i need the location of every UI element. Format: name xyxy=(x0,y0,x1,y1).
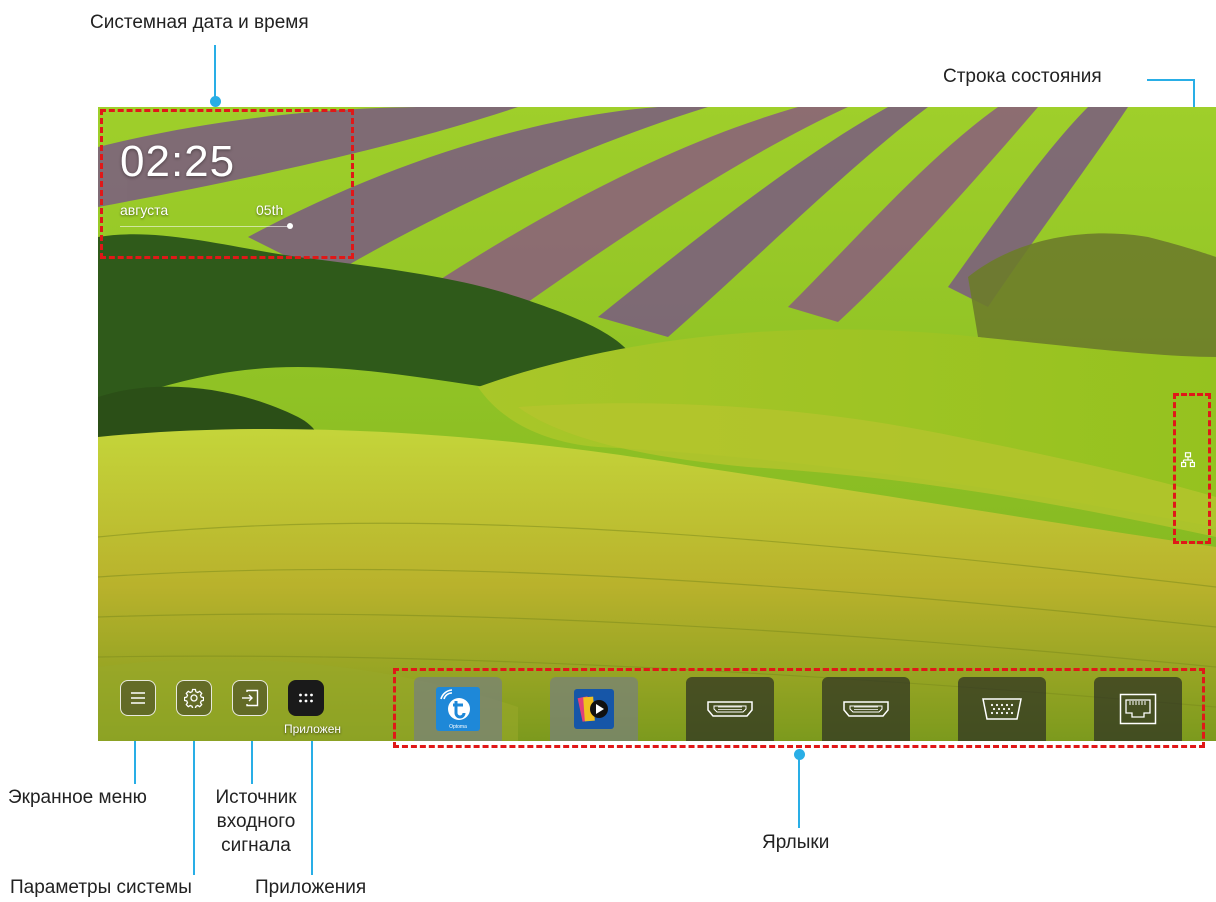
callout-input-source: Источник входного сигнала xyxy=(215,787,297,856)
highlight-datetime xyxy=(100,109,354,259)
callout-statusbar: Строка состояния xyxy=(943,66,1102,87)
leader-dot-datetime xyxy=(210,96,221,107)
leader-system-settings xyxy=(193,720,195,875)
highlight-shortcuts-frame xyxy=(393,668,1205,748)
callout-apps: Приложения xyxy=(255,877,367,898)
leader-statusbar-h xyxy=(1147,79,1195,81)
leader-shortcuts xyxy=(798,755,800,828)
callout-shortcuts: Ярлыки xyxy=(762,832,830,853)
leader-apps xyxy=(311,730,313,875)
gear-icon xyxy=(184,688,204,708)
callout-osd-menu: Экранное меню xyxy=(8,787,147,808)
input-source-icon xyxy=(242,689,259,707)
callout-datetime: Системная дата и время xyxy=(90,12,309,33)
callout-system-settings: Параметры системы xyxy=(10,877,192,898)
apps-grid-icon xyxy=(299,693,313,703)
home-screen: 02:25 августа 05th Приложен Optoma xyxy=(98,107,1216,741)
apps-button-label: Приложен xyxy=(284,722,342,736)
leader-dot-shortcuts xyxy=(794,749,805,760)
osd-menu-button[interactable] xyxy=(120,680,156,716)
leader-datetime xyxy=(214,45,216,101)
highlight-statusbar xyxy=(1173,393,1211,544)
input-source-button[interactable] xyxy=(232,680,268,716)
system-settings-button[interactable] xyxy=(176,680,212,716)
menu-icon xyxy=(131,692,145,704)
apps-button[interactable] xyxy=(288,680,324,716)
